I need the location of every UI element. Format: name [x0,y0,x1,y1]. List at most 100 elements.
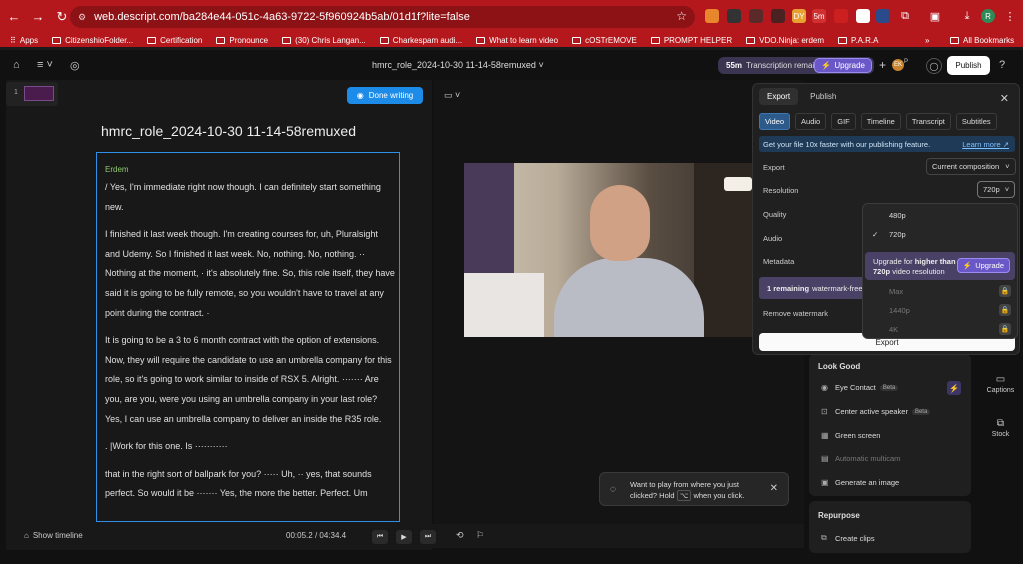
extensions-puzzle-icon[interactable]: ⧉ [898,9,912,23]
back-icon[interactable]: ← [4,7,24,27]
captions-tab[interactable]: ▭ Captions [978,374,1023,394]
center-active-speaker-item[interactable]: ⊡ Center active speaker Beta [821,407,931,416]
extension-icon[interactable] [771,9,785,23]
resolution-option-4k[interactable]: 4K [863,325,1017,334]
bookmark-item[interactable]: Pronounce [216,36,268,45]
add-collaborator-icon[interactable]: + [879,58,886,72]
resolution-option-480p[interactable]: 480p [863,211,1017,220]
extension-icon[interactable] [856,9,870,23]
upgrade-resolution-banner: Upgrade for higher than 720p video resol… [865,252,1015,280]
bookmark-item[interactable]: P.A.R.A [838,36,878,45]
resolution-select[interactable]: 720p ˅ [977,181,1016,198]
download-icon[interactable]: ⤓ [960,9,974,23]
format-transcript[interactable]: Transcript [905,113,951,130]
skip-forward-icon[interactable]: ⏭ [420,530,436,544]
bookmark-item[interactable]: Charkespam audi... [379,36,462,45]
extension-icon[interactable]: DY [792,9,806,23]
format-timeline[interactable]: Timeline [860,113,901,130]
metadata-label: Metadata [763,257,795,266]
menu-icon[interactable]: ≡ ˅ [37,59,53,71]
extension-icon[interactable] [834,9,848,23]
green-screen-item[interactable]: ▦ Green screen [821,431,880,440]
show-timeline-button[interactable]: ⌂ Show timeline [24,531,83,540]
transcript-paragraph[interactable]: I finished it last week though. I'm crea… [101,225,395,323]
home-icon[interactable]: ⌂ [13,59,20,71]
url-text: web.descript.com/ba284e44-051c-4a63-9722… [94,11,470,23]
lightbulb-icon: ◌ [610,484,616,495]
automatic-multicam-item[interactable]: ▤ Automatic multicam [821,454,900,463]
document-title[interactable]: hmrc_role_2024-10-30 11-14-58remuxed ˅ [372,60,544,70]
extension-icon[interactable] [876,9,890,23]
create-clips-item[interactable]: ⧉ Create clips [821,533,875,543]
extension-icon[interactable] [749,9,763,23]
youtube-icon [282,36,292,44]
generate-image-item[interactable]: ▣ Generate an image [821,478,899,487]
avatar[interactable]: P [904,59,908,65]
format-gif[interactable]: GIF [831,113,856,130]
done-writing-button[interactable]: ◉ Done writing [347,87,423,104]
tab-publish[interactable]: Publish [802,88,844,105]
format-audio[interactable]: Audio [795,113,827,130]
tab-search-icon[interactable]: ▣ [928,9,942,23]
publish-button[interactable]: Publish [947,56,990,75]
transcript-paragraph[interactable]: . |Work for this one. Is ··········· [101,437,395,457]
address-bar[interactable]: ⚙ web.descript.com/ba284e44-051c-4a63-97… [70,6,695,28]
forward-icon[interactable]: → [28,7,48,27]
bookmark-item[interactable]: cOSTrEMOVE [572,36,637,45]
bookmark-star-icon[interactable]: ☆ [676,9,687,23]
folder-icon [52,36,62,44]
transcript-body[interactable]: Erdem / Yes, I'm immediate right now tho… [96,152,400,522]
bookmark-item[interactable]: VDO.Ninja: erdem [746,36,824,45]
upgrade-bolt-icon[interactable]: ⚡ [947,381,961,395]
bookmarks-overflow-icon[interactable]: » [925,36,929,45]
bookmark-item[interactable]: (30) Chris Langan... [282,36,366,45]
profile-avatar[interactable]: R [981,9,995,23]
avatar[interactable]: EK [892,59,904,71]
extension-icon[interactable]: 5m [812,9,826,23]
play-icon[interactable]: ▶ [396,530,412,544]
chevron-down-icon: ˅ [1005,162,1010,171]
bookmark-item[interactable]: What to learn video [476,36,558,45]
extension-icon[interactable] [705,9,719,23]
scene-preview [24,86,54,101]
chevron-down-icon: ˅ [1004,185,1010,194]
site-info-icon[interactable]: ⚙ [78,12,86,23]
script-title[interactable]: hmrc_role_2024-10-30 11-14-58remuxed [101,123,356,139]
eye-contact-item[interactable]: ◉ Eye Contact Beta [821,383,899,392]
resolution-option-720p[interactable]: ✓ 720p [863,230,1017,239]
bookmark-item[interactable]: PROMPT HELPER [650,36,732,45]
scene-thumbnail[interactable]: 1 [6,82,58,106]
all-bookmarks[interactable]: All Bookmarks [950,36,1014,45]
skip-back-icon[interactable]: ⏮ [372,530,388,544]
transcript-paragraph[interactable]: that in the right sort of ballpark for y… [101,465,395,504]
bookmark-icon[interactable]: ⚐ [476,530,484,541]
speaker-label[interactable]: Erdem [105,165,395,174]
learn-more-link[interactable]: Learn more ↗ [962,140,1009,149]
stock-tab[interactable]: ⧉ Stock [978,418,1023,438]
bookmark-item[interactable]: CitizenshioFolder... [52,36,133,45]
close-icon[interactable]: ✕ [1000,92,1009,105]
format-video[interactable]: Video [759,113,791,130]
extension-icon[interactable] [727,9,741,23]
upgrade-button[interactable]: ⚡ Upgrade [814,58,872,73]
bookmarks-bar: ⠿ Apps CitizenshioFolder... Certification… [0,33,1023,47]
upgrade-button[interactable]: ⚡ Upgrade [956,258,1010,273]
reload-icon[interactable]: ↻ [52,7,72,27]
export-scope-select[interactable]: Current composition ˅ [926,158,1016,175]
comment-icon[interactable]: ◯ [926,58,942,74]
resolution-option-max[interactable]: Max [863,287,1017,296]
transcript-paragraph[interactable]: / Yes, I'm immediate right now though. I… [101,178,395,217]
close-icon[interactable]: ✕ [770,483,778,494]
layout-icon[interactable]: ▭ ˅ [444,90,460,101]
video-preview[interactable] [464,163,773,337]
format-subtitles[interactable]: Subtitles [955,113,997,130]
bookmark-item[interactable]: Certification [147,36,202,45]
loop-icon[interactable]: ⟲ [456,530,464,541]
resolution-option-1440p[interactable]: 1440p [863,306,1017,315]
transcript-paragraph[interactable]: It is going to be a 3 to 6 month contrac… [101,331,395,429]
help-icon[interactable]: ? [999,59,1005,71]
bookmark-apps[interactable]: ⠿ Apps [10,36,38,45]
eye-icon: ◉ [821,383,828,392]
tab-export[interactable]: Export [759,88,799,105]
menu-icon[interactable]: ⋮ [1003,9,1017,23]
